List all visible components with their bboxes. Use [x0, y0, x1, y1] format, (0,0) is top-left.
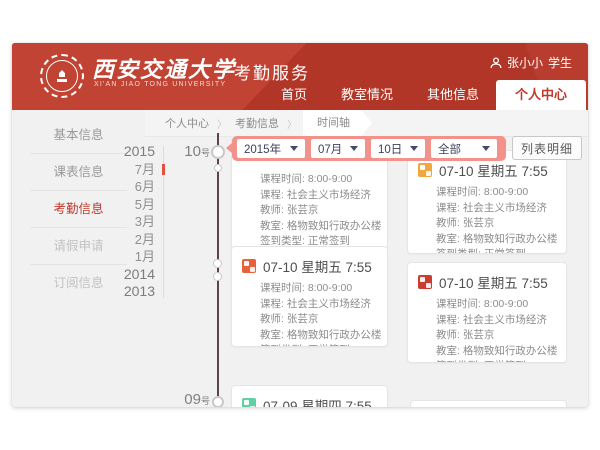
card-date: 07-10 星期五 7:55 [439, 272, 548, 292]
attendance-card[interactable]: 07-10 星期五 7:55 课程时间: 8:00-9:00 课程: 社会主义市… [407, 262, 567, 363]
app-window: 西安交通大学 XI'AN JIAO TONG UNIVERSITY 考勤服务 张… [12, 43, 588, 407]
chevron-down-icon [410, 146, 418, 151]
card-body: 课程时间: 8:00-9:00 课程: 社会主义市场经济 教师: 张芸京 教室:… [408, 295, 566, 363]
timeline-month-may[interactable]: 5月 [92, 196, 155, 214]
timeline-month-jan[interactable]: 1月 [92, 248, 155, 266]
card-line-teacher: 教师: 张芸京 [436, 216, 558, 232]
timeline-month-jun[interactable]: 6月 [92, 178, 155, 196]
day-suffix: 号 [201, 396, 210, 406]
attendance-status-badge-icon [242, 259, 256, 273]
university-name-en: XI'AN JIAO TONG UNIVERSITY [94, 81, 226, 88]
attendance-status-badge-icon [242, 398, 256, 407]
university-name-cn: 西安交通大学 [92, 52, 236, 84]
breadcrumb-separator-icon: 〉 [287, 116, 297, 131]
card-body: 课程时间: 8:00-9:00 课程: 社会主义市场经济 教师: 张芸京 教室:… [232, 279, 387, 347]
card-header: 07-10 星期五 7:55 [408, 263, 566, 295]
attendance-status-badge-icon [418, 275, 432, 289]
attendance-card[interactable]: 07-09 星期四 7:55 [231, 385, 388, 407]
card-date: 07-10 星期五 7:55 [439, 160, 548, 180]
list-detail-button[interactable]: 列表明细 [512, 136, 582, 160]
timeline-node-small-icon [213, 259, 222, 268]
chevron-down-icon [350, 146, 358, 151]
card-line-classroom: 教室: 格物致知行政办公楼 [260, 328, 379, 344]
breadcrumb-personal-center[interactable]: 个人中心 [159, 115, 215, 131]
timeline-node-small-icon [213, 272, 222, 281]
card-line-course: 课程: 社会主义市场经济 [436, 313, 558, 329]
card-line-course: 课程: 社会主义市场经济 [260, 188, 379, 204]
timeline-month-mar[interactable]: 3月 [92, 213, 155, 231]
user-name: 张小小 [507, 54, 543, 71]
card-line-course-time: 课程时间: 8:00-9:00 [436, 185, 558, 201]
nav-item-home[interactable]: 首页 [264, 80, 324, 110]
breadcrumb-separator-icon: 〉 [217, 116, 227, 131]
timeline-node-day10-icon[interactable] [211, 145, 225, 159]
card-line-teacher: 教师: 张芸京 [260, 312, 379, 328]
timeline-month-jul[interactable]: 7月 [92, 161, 155, 179]
breadcrumb-timeline-current[interactable]: 时间轴 [303, 110, 372, 137]
card-body: 课程时间: 8:00-9:00 课程: 社会主义市场经济 教师: 张芸京 教室:… [408, 183, 566, 254]
card-line-course-time: 课程时间: 8:00-9:00 [260, 172, 379, 188]
user-info[interactable]: 张小小 学生 [490, 54, 572, 71]
card-line-course-time: 课程时间: 8:00-9:00 [260, 281, 379, 297]
card-date: 07-10 星期五 7:55 [263, 256, 372, 276]
nav-item-classrooms[interactable]: 教室情况 [324, 80, 410, 110]
filter-bar: 2015年 07月 10日 全部 [232, 136, 506, 161]
timeline-year-2013[interactable]: 2013 [92, 283, 155, 301]
card-line-course-time: 课程时间: 8:00-9:00 [436, 297, 558, 313]
day-number: 09 [184, 391, 201, 407]
current-month-marker [162, 164, 165, 175]
day-suffix: 号 [201, 148, 210, 158]
user-role: 学生 [548, 54, 572, 71]
card-header: 07-09 星期四 7:55 [232, 386, 387, 407]
year-dropdown[interactable]: 2015年 [237, 139, 305, 158]
attendance-status-badge-icon [418, 163, 432, 177]
timeline-year-2015[interactable]: 2015 [92, 143, 155, 161]
card-line-teacher: 教师: 张芸京 [436, 328, 558, 344]
user-icon [490, 57, 502, 69]
attendance-card[interactable]: 07-10 星期五 7:55 课程时间: 8:00-9:00 课程: 社会主义市… [231, 246, 388, 347]
card-line-signin-type: 签到类型: 正常签到 [436, 247, 558, 254]
timeline-node-small-icon [214, 164, 222, 172]
timeline-axis-line [217, 133, 219, 407]
university-logo-icon [40, 54, 84, 98]
month-dropdown-value: 07月 [318, 141, 342, 157]
timeline-month-feb[interactable]: 2月 [92, 231, 155, 249]
card-line-classroom: 教室: 格物致知行政办公楼 [436, 344, 558, 360]
day-dropdown[interactable]: 10日 [371, 139, 425, 158]
main-nav: 首页 教室情况 其他信息 个人中心 [264, 80, 586, 110]
timeline-node-day09-icon[interactable] [212, 396, 224, 407]
chevron-down-icon [290, 146, 298, 151]
month-dropdown[interactable]: 07月 [311, 139, 365, 158]
nav-item-other-info[interactable]: 其他信息 [410, 80, 496, 110]
card-line-course: 课程: 社会主义市场经济 [436, 201, 558, 217]
card-date: 07-09 星期四 7:55 [263, 395, 372, 407]
attendance-card-clipped[interactable] [410, 400, 567, 407]
card-line-signin-type: 签到类型: 正常签到 [260, 343, 379, 347]
university-logo-inner-ring [46, 60, 78, 92]
year-dropdown-value: 2015年 [244, 141, 281, 157]
nav-item-personal-center[interactable]: 个人中心 [496, 80, 586, 110]
app-header: 西安交通大学 XI'AN JIAO TONG UNIVERSITY 考勤服务 张… [12, 43, 588, 110]
university-logo-tower [57, 70, 67, 82]
day-dropdown-value: 10日 [378, 141, 402, 157]
screenshot-canvas: 西安交通大学 XI'AN JIAO TONG UNIVERSITY 考勤服务 张… [0, 0, 600, 450]
timeline-year-2014[interactable]: 2014 [92, 266, 155, 284]
type-dropdown-value: 全部 [438, 141, 461, 157]
chevron-down-icon [482, 146, 490, 151]
card-header: 07-10 星期五 7:55 [232, 247, 387, 279]
attendance-card[interactable]: 07-10 星期五 7:55 课程时间: 8:00-9:00 课程: 社会主义市… [407, 150, 567, 254]
card-line-course: 课程: 社会主义市场经济 [260, 297, 379, 313]
timeline-day-label-10: 10号 [170, 143, 210, 161]
card-line-classroom: 教室: 格物致知行政办公楼 [260, 219, 379, 235]
card-line-classroom: 教室: 格物致知行政办公楼 [436, 232, 558, 248]
timeline-day-label-09: 09号 [170, 391, 210, 407]
card-line-teacher: 教师: 张芸京 [260, 203, 379, 219]
type-dropdown[interactable]: 全部 [431, 139, 497, 158]
card-line-signin-type: 签到类型: 正常签到 [436, 359, 558, 363]
breadcrumb: 个人中心 〉 考勤信息 〉 时间轴 [145, 110, 588, 137]
breadcrumb-attendance-info[interactable]: 考勤信息 [229, 115, 285, 131]
day-number: 10 [184, 143, 201, 160]
timeline-month-list: 2015 7月 6月 5月 3月 2月 1月 2014 2013 [92, 143, 155, 301]
